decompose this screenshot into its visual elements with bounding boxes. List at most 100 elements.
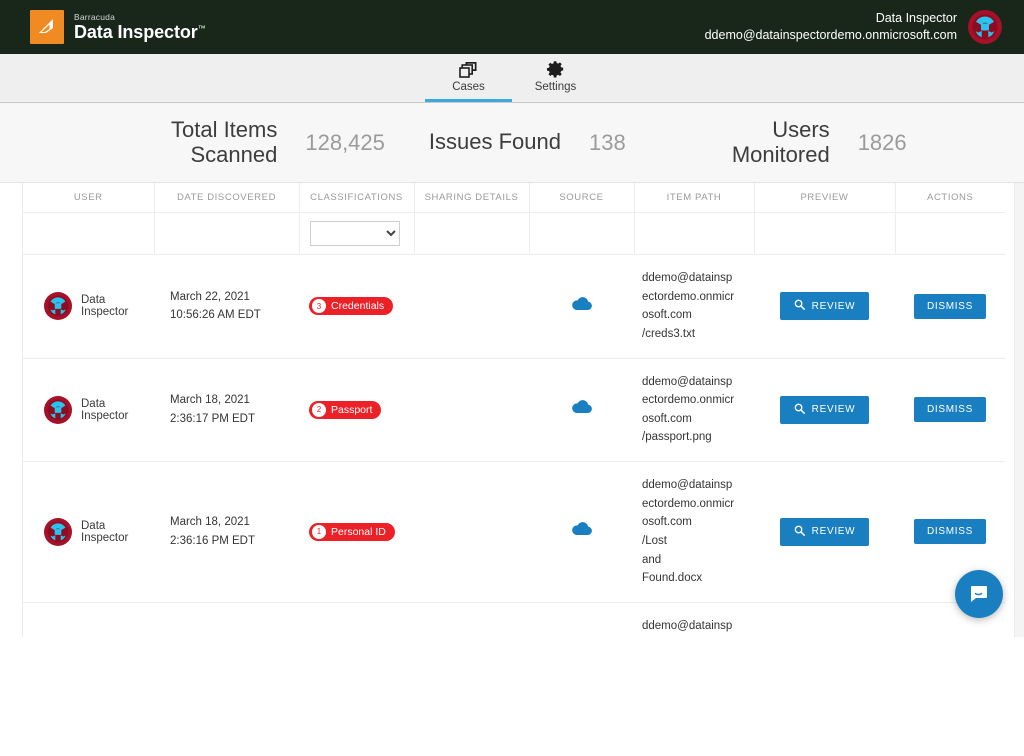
cell-date-discovered: March 18, 2021 2:36:17 PM EDT bbox=[154, 358, 299, 462]
table-row[interactable]: Data Inspector March 18, 2021 2:36:16 PM… bbox=[23, 462, 1005, 603]
cell-item-path: ddemo@datainspectordemo.onmicrosoft.com/… bbox=[634, 602, 754, 637]
tab-settings[interactable]: Settings bbox=[512, 53, 599, 102]
column-header-actions[interactable]: ACTIONS bbox=[895, 183, 1005, 213]
cloud-icon bbox=[571, 524, 593, 541]
review-button[interactable]: REVIEW bbox=[780, 292, 870, 320]
cell-user: Data Inspector bbox=[23, 255, 154, 359]
item-path-line: /Lost bbox=[642, 532, 748, 551]
cell-source bbox=[529, 602, 634, 637]
cell-actions: DISMISS bbox=[895, 358, 1005, 462]
search-icon bbox=[794, 403, 805, 417]
row-date: March 18, 2021 bbox=[170, 635, 293, 637]
item-path-line: /passport.png bbox=[642, 428, 748, 447]
item-path-line: and bbox=[642, 551, 748, 570]
row-item-path: ddemo@datainspectordemo.onmicrosoft.com/… bbox=[640, 617, 748, 637]
barracuda-fin-icon bbox=[30, 10, 64, 44]
cell-source bbox=[529, 358, 634, 462]
classification-badge[interactable]: 3 Credentials bbox=[309, 297, 393, 315]
table-filter-row bbox=[23, 213, 1005, 255]
item-path-line: ectordemo.onmicr bbox=[642, 288, 748, 307]
classification-badge-label: Credentials bbox=[331, 300, 384, 312]
cell-sharing-details bbox=[414, 255, 529, 359]
column-header-sharing-details[interactable]: SHARING DETAILS bbox=[414, 183, 529, 213]
stat-users-monitored: Users Monitored 1826 bbox=[670, 118, 907, 167]
table-row[interactable]: Data Inspector March 18, 2021 2:36:15 PM… bbox=[23, 602, 1005, 637]
cell-classifications: 1 Personal ID bbox=[299, 462, 414, 603]
item-path-line: osoft.com bbox=[642, 410, 748, 429]
dismiss-button-label: DISMISS bbox=[927, 526, 973, 537]
item-path-line: /creds3.txt bbox=[642, 325, 748, 344]
item-path-line: osoft.com bbox=[642, 513, 748, 532]
cell-date-discovered: March 22, 2021 10:56:26 AM EDT bbox=[154, 255, 299, 359]
review-button-label: REVIEW bbox=[812, 404, 856, 415]
row-user-name: Data Inspector bbox=[81, 294, 148, 318]
app-window: Barracuda Data Inspector™ Data Inspector… bbox=[0, 0, 1024, 637]
row-date: March 18, 2021 bbox=[170, 391, 293, 410]
review-button[interactable]: REVIEW bbox=[780, 518, 870, 546]
table-vertical-scrollbar[interactable] bbox=[1014, 183, 1024, 637]
summary-stats-bar: Total Items Scanned 128,425 Issues Found… bbox=[0, 103, 1024, 183]
table-header-row: USER DATE DISCOVERED CLASSIFICATIONS SHA… bbox=[23, 183, 1005, 213]
dismiss-button[interactable]: DISMISS bbox=[914, 294, 986, 319]
cell-date-discovered: March 18, 2021 2:36:15 PM EDT bbox=[154, 602, 299, 637]
row-item-path: ddemo@datainspectordemo.onmicrosoft.com/… bbox=[640, 373, 748, 448]
column-header-source[interactable]: SOURCE bbox=[529, 183, 634, 213]
trademark-mark: ™ bbox=[198, 24, 206, 33]
cell-sharing-details bbox=[414, 358, 529, 462]
item-path-line: ddemo@datainsp bbox=[642, 476, 748, 495]
user-account-box[interactable]: Data Inspector ddemo@datainspectordemo.o… bbox=[705, 10, 1002, 44]
cases-table-container: USER DATE DISCOVERED CLASSIFICATIONS SHA… bbox=[0, 183, 1024, 637]
cell-sharing-details bbox=[414, 462, 529, 603]
cases-table-body: Data Inspector March 22, 2021 10:56:26 A… bbox=[23, 255, 1005, 638]
filter-cell-source bbox=[529, 213, 634, 255]
row-user-name: Data Inspector bbox=[81, 398, 148, 422]
chat-bubble-icon[interactable] bbox=[955, 570, 1003, 618]
cell-user: Data Inspector bbox=[23, 358, 154, 462]
account-name: Data Inspector bbox=[705, 10, 957, 27]
classification-badge[interactable]: 1 Personal ID bbox=[309, 523, 395, 541]
tab-cases[interactable]: Cases bbox=[425, 53, 512, 102]
dismiss-button[interactable]: DISMISS bbox=[914, 519, 986, 544]
item-path-line: ectordemo.onmicr bbox=[642, 495, 748, 514]
item-path-line: ectordemo.onmicr bbox=[642, 391, 748, 410]
classification-badge-label: Passport bbox=[331, 404, 372, 416]
column-header-date-discovered[interactable]: DATE DISCOVERED bbox=[154, 183, 299, 213]
classification-badge[interactable]: 2 Passport bbox=[309, 401, 381, 419]
column-header-user[interactable]: USER bbox=[23, 183, 154, 213]
table-row[interactable]: Data Inspector March 22, 2021 10:56:26 A… bbox=[23, 255, 1005, 359]
row-item-path: ddemo@datainspectordemo.onmicrosoft.com/… bbox=[640, 476, 748, 588]
row-item-path: ddemo@datainspectordemo.onmicrosoft.com/… bbox=[640, 269, 748, 344]
filter-cell-sharing bbox=[414, 213, 529, 255]
review-button[interactable]: REVIEW bbox=[780, 396, 870, 424]
cell-actions: DISMISS bbox=[895, 255, 1005, 359]
item-path-line: ddemo@datainsp bbox=[642, 373, 748, 392]
dismiss-button[interactable]: DISMISS bbox=[914, 397, 986, 422]
stat-issues-found: Issues Found 138 bbox=[429, 130, 626, 156]
column-header-classifications[interactable]: CLASSIFICATIONS bbox=[299, 183, 414, 213]
cell-item-path: ddemo@datainspectordemo.onmicrosoft.com/… bbox=[634, 255, 754, 359]
filter-cell-user bbox=[23, 213, 154, 255]
cell-item-path: ddemo@datainspectordemo.onmicrosoft.com/… bbox=[634, 462, 754, 603]
data-inspector-avatar-icon[interactable] bbox=[968, 10, 1002, 44]
table-row[interactable]: Data Inspector March 18, 2021 2:36:17 PM… bbox=[23, 358, 1005, 462]
cell-date-discovered: March 18, 2021 2:36:16 PM EDT bbox=[154, 462, 299, 603]
row-date: March 18, 2021 bbox=[170, 513, 293, 532]
brand-title-text: Data Inspector bbox=[74, 22, 198, 42]
tab-cases-label: Cases bbox=[452, 81, 485, 93]
dismiss-button-label: DISMISS bbox=[927, 301, 973, 312]
row-time: 2:36:17 PM EDT bbox=[170, 410, 293, 429]
filter-cell-actions bbox=[895, 213, 1005, 255]
cell-classifications: 1 License Number ... bbox=[299, 602, 414, 637]
dismiss-button-label: DISMISS bbox=[927, 404, 973, 415]
cases-table-header: USER DATE DISCOVERED CLASSIFICATIONS SHA… bbox=[23, 183, 1005, 213]
stat-issues-found-value: 138 bbox=[589, 130, 626, 156]
stat-total-items-scanned-label: Total Items Scanned bbox=[117, 118, 277, 167]
brand-logo[interactable]: Barracuda Data Inspector™ bbox=[30, 10, 206, 44]
item-path-line: ddemo@datainsp bbox=[642, 617, 748, 636]
column-header-preview[interactable]: PREVIEW bbox=[754, 183, 895, 213]
classifications-filter-select[interactable] bbox=[310, 221, 400, 246]
column-header-item-path[interactable]: ITEM PATH bbox=[634, 183, 754, 213]
data-inspector-avatar-icon bbox=[44, 396, 72, 424]
classification-badge-label: Personal ID bbox=[331, 526, 386, 538]
cloud-icon bbox=[571, 299, 593, 316]
